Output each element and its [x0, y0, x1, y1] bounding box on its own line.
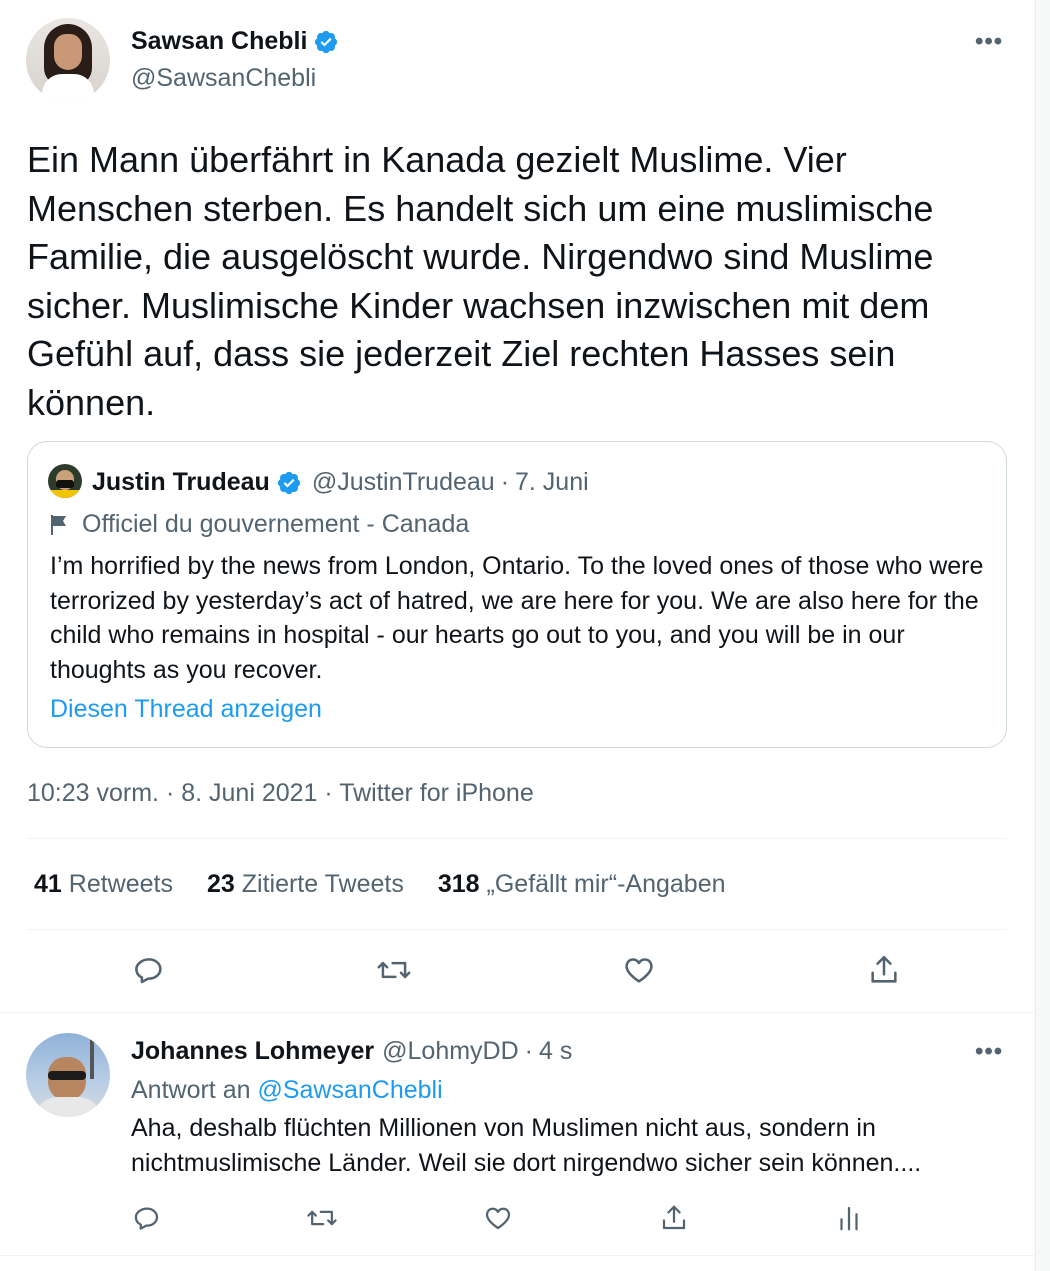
likes-stat[interactable]: 318 „Gefällt mir“-Angaben [438, 870, 726, 899]
quoted-tweet-card[interactable]: Justin Trudeau @JustinTrudeau · 7. Juni … [27, 441, 1007, 748]
likes-count: 318 [437, 870, 480, 898]
separator-dot: · [500, 468, 510, 496]
verified-badge-icon [315, 30, 338, 53]
author-display-name[interactable]: Sawsan Chebli [131, 27, 307, 56]
like-icon[interactable] [621, 952, 657, 988]
reply-author-avatar[interactable] [26, 1033, 110, 1117]
quoted-tweet-date[interactable]: 7. Juni [515, 468, 589, 497]
more-options-icon[interactable]: ••• [975, 1038, 1003, 1066]
divider [0, 1255, 1036, 1256]
quoted-author-avatar[interactable] [48, 464, 82, 498]
government-label[interactable]: Officiel du gouvernement - Canada [50, 510, 469, 539]
share-icon[interactable] [656, 1200, 692, 1236]
divider [27, 838, 1007, 839]
retweets-label: Retweets [68, 870, 173, 898]
show-thread-link[interactable]: Diesen Thread anzeigen [50, 695, 322, 724]
replying-to: Antwort an @SawsanChebli [131, 1076, 443, 1105]
reply-icon[interactable] [131, 952, 167, 988]
share-icon[interactable] [866, 952, 902, 988]
quote-tweets-label: Zitierte Tweets [241, 870, 404, 898]
author-avatar[interactable] [26, 18, 110, 102]
verified-badge-icon [277, 471, 300, 494]
likes-label: „Gefällt mir“-Angaben [486, 870, 726, 898]
analytics-icon[interactable] [831, 1200, 867, 1236]
replying-to-label: Antwort an [131, 1076, 251, 1104]
tweet-timestamp-source[interactable]: 10:23 vorm. · 8. Juni 2021 · Twitter for… [27, 779, 534, 808]
replying-to-mention[interactable]: @SawsanChebli [257, 1076, 442, 1104]
quoted-author-name[interactable]: Justin Trudeau [92, 468, 270, 497]
reply-header: Johannes Lohmeyer @LohmyDD · 4 s [131, 1037, 572, 1066]
quote-tweets-count: 23 [206, 870, 235, 898]
flag-icon [51, 514, 66, 535]
retweet-icon[interactable] [376, 952, 412, 988]
more-options-icon[interactable]: ••• [975, 28, 1003, 56]
government-label-text: Officiel du gouvernement - Canada [82, 510, 470, 538]
retweets-count: 41 [34, 870, 62, 898]
author-name-line: Sawsan Chebli [131, 27, 339, 56]
reply-timestamp[interactable]: 4 s [539, 1037, 572, 1066]
engagement-stats: 41 Retweets 23 Zitierte Tweets 318 „Gefä… [34, 870, 760, 899]
separator-dot: · [524, 1037, 533, 1065]
page-edge [1036, 0, 1050, 1271]
tweet-text: Ein Mann überfährt in Kanada gezielt Mus… [27, 139, 934, 423]
divider [27, 929, 1007, 930]
quoted-tweet-text: I’m horrified by the news from London, O… [50, 552, 984, 684]
reply-icon[interactable] [129, 1200, 165, 1236]
retweets-stat[interactable]: 41 Retweets [34, 870, 173, 899]
reply-author-name[interactable]: Johannes Lohmeyer [131, 1037, 374, 1066]
quote-tweets-stat[interactable]: 23 Zitierte Tweets [207, 870, 404, 899]
tweet-column: Sawsan Chebli @SawsanChebli ••• Ein Mann… [0, 0, 1036, 1271]
divider [0, 1012, 1036, 1013]
retweet-icon[interactable] [304, 1200, 340, 1236]
quoted-author-handle[interactable]: @JustinTrudeau [312, 468, 495, 497]
reply-text: Aha, deshalb flüchten Millionen von Musl… [131, 1114, 922, 1177]
like-icon[interactable] [480, 1200, 516, 1236]
reply-author-handle[interactable]: @LohmyDD [382, 1037, 519, 1066]
quoted-tweet-header: Justin Trudeau @JustinTrudeau · 7. Juni [92, 468, 589, 497]
author-handle[interactable]: @SawsanChebli [131, 64, 316, 93]
